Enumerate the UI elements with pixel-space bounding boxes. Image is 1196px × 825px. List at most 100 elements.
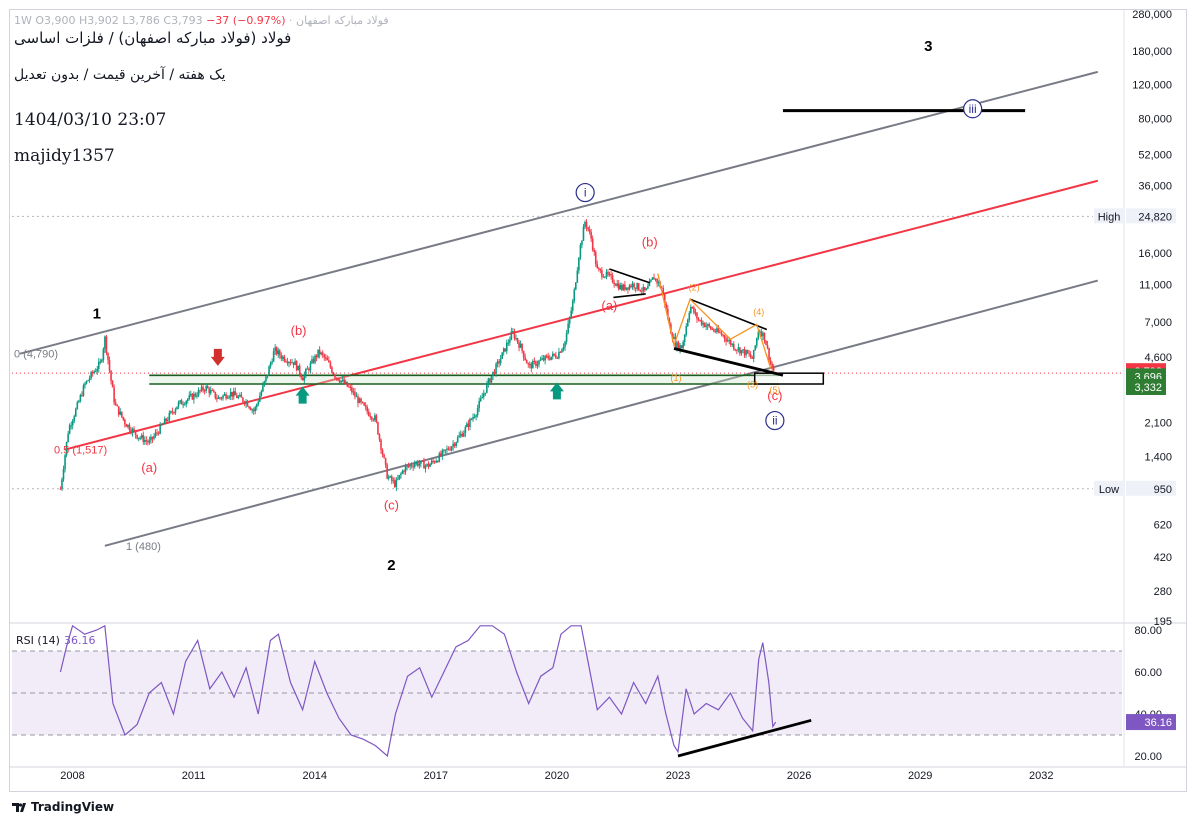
candle-body: [596, 264, 599, 269]
candle-body: [610, 274, 612, 276]
candle-body: [420, 460, 422, 464]
candle-body: [61, 479, 63, 489]
candle-body: [725, 338, 727, 342]
candle-body: [427, 463, 430, 467]
corrective-wave-label: (c): [384, 498, 399, 513]
candle-body: [191, 393, 194, 400]
candle-body: [371, 416, 373, 420]
candle-body: [260, 391, 263, 396]
candle-body: [699, 319, 701, 321]
candle-body: [525, 360, 528, 364]
channel-label-upper: 0 (4,790): [14, 349, 58, 361]
candle-body: [162, 423, 165, 425]
candle-body: [765, 340, 767, 345]
candle-body: [331, 367, 333, 373]
candle-body: [314, 355, 316, 363]
candle-body: [248, 406, 250, 408]
time-tick-label: 2020: [545, 770, 569, 782]
candle-body: [116, 404, 118, 407]
candle-body: [117, 406, 120, 415]
candle-body: [711, 329, 714, 331]
candle-body: [383, 454, 385, 458]
candle-body: [297, 365, 299, 371]
candle-body: [128, 424, 131, 431]
rsi-tick-label: 60.00: [1134, 667, 1162, 679]
candle-body: [88, 378, 91, 381]
candle-body: [179, 400, 181, 403]
candle-body: [640, 291, 643, 293]
price-tick-label: 4,600: [1144, 352, 1172, 364]
candle-body: [259, 395, 261, 402]
candle-body: [263, 381, 266, 385]
candle-body: [581, 240, 583, 245]
candle-body: [564, 341, 566, 347]
rsi-name: RSI (14): [16, 634, 60, 647]
candle-body: [157, 432, 160, 434]
corrective-wave-label: (b): [291, 323, 307, 338]
price-tick-label: 16,000: [1138, 248, 1172, 260]
candle-body: [637, 283, 640, 291]
candle-body: [693, 307, 695, 313]
candle-body: [403, 470, 405, 472]
rsi-value-tag: 36.16: [1144, 717, 1172, 729]
candle-body: [495, 363, 497, 374]
price-tick-label: 52,000: [1138, 150, 1172, 162]
candle-body: [375, 415, 378, 423]
candle-body: [421, 460, 424, 462]
candle-body: [386, 464, 388, 479]
candle-body: [576, 270, 579, 283]
candle-body: [114, 402, 117, 405]
tradingview-logo[interactable]: TradingView: [12, 800, 114, 814]
candle-body: [702, 322, 704, 325]
candle-body: [176, 406, 178, 410]
candle-body: [280, 355, 283, 359]
candle-body: [697, 318, 700, 320]
candle-body: [686, 319, 689, 327]
candle-body: [197, 390, 200, 396]
candle-body: [381, 449, 384, 455]
candle-body: [501, 352, 503, 359]
channel-middle-line: [64, 179, 1099, 451]
candle-body: [594, 252, 597, 265]
candle-body: [159, 424, 161, 434]
candle-body: [71, 420, 74, 426]
candle-body: [417, 461, 419, 466]
target-box: [753, 372, 825, 385]
candle-body: [257, 401, 260, 405]
corrective-wave-label: (a): [601, 298, 617, 313]
candle-body: [338, 380, 341, 383]
candle-body: [211, 390, 214, 392]
candle-body: [134, 430, 137, 435]
price-chart-svg[interactable]: 280,000 180,000 120,000 80,000 52,000 36,000 H…: [0, 0, 1196, 825]
candle-body: [466, 423, 468, 428]
impulse-wave-label: (1): [670, 373, 681, 383]
candle-body: [139, 437, 141, 439]
candle-body: [558, 351, 560, 359]
price-tick-label: 80,000: [1138, 114, 1172, 126]
candle-body: [194, 393, 197, 397]
candle-body: [108, 360, 111, 371]
candle-body: [122, 416, 125, 420]
candle-body: [200, 386, 203, 391]
candle-body: [584, 221, 586, 227]
candle-body: [430, 460, 433, 465]
candle-body: [312, 359, 315, 363]
candle-body: [321, 352, 324, 355]
candle-body: [446, 448, 448, 450]
candle-body: [713, 329, 715, 332]
price-tick-label: 7,000: [1144, 317, 1172, 329]
candle-body: [202, 386, 204, 391]
candle-body: [140, 435, 143, 438]
candle-body: [587, 227, 589, 230]
candle-body: [174, 409, 177, 413]
candle-body: [542, 358, 545, 361]
candle-body: [104, 336, 106, 349]
candle-body: [94, 371, 97, 373]
candle-body: [286, 361, 289, 364]
candle-body: [125, 424, 128, 427]
candle-body: [625, 287, 628, 290]
candle-body: [631, 283, 634, 288]
candle-body: [147, 441, 149, 443]
candle-body: [585, 221, 588, 228]
candle-body: [571, 301, 574, 311]
